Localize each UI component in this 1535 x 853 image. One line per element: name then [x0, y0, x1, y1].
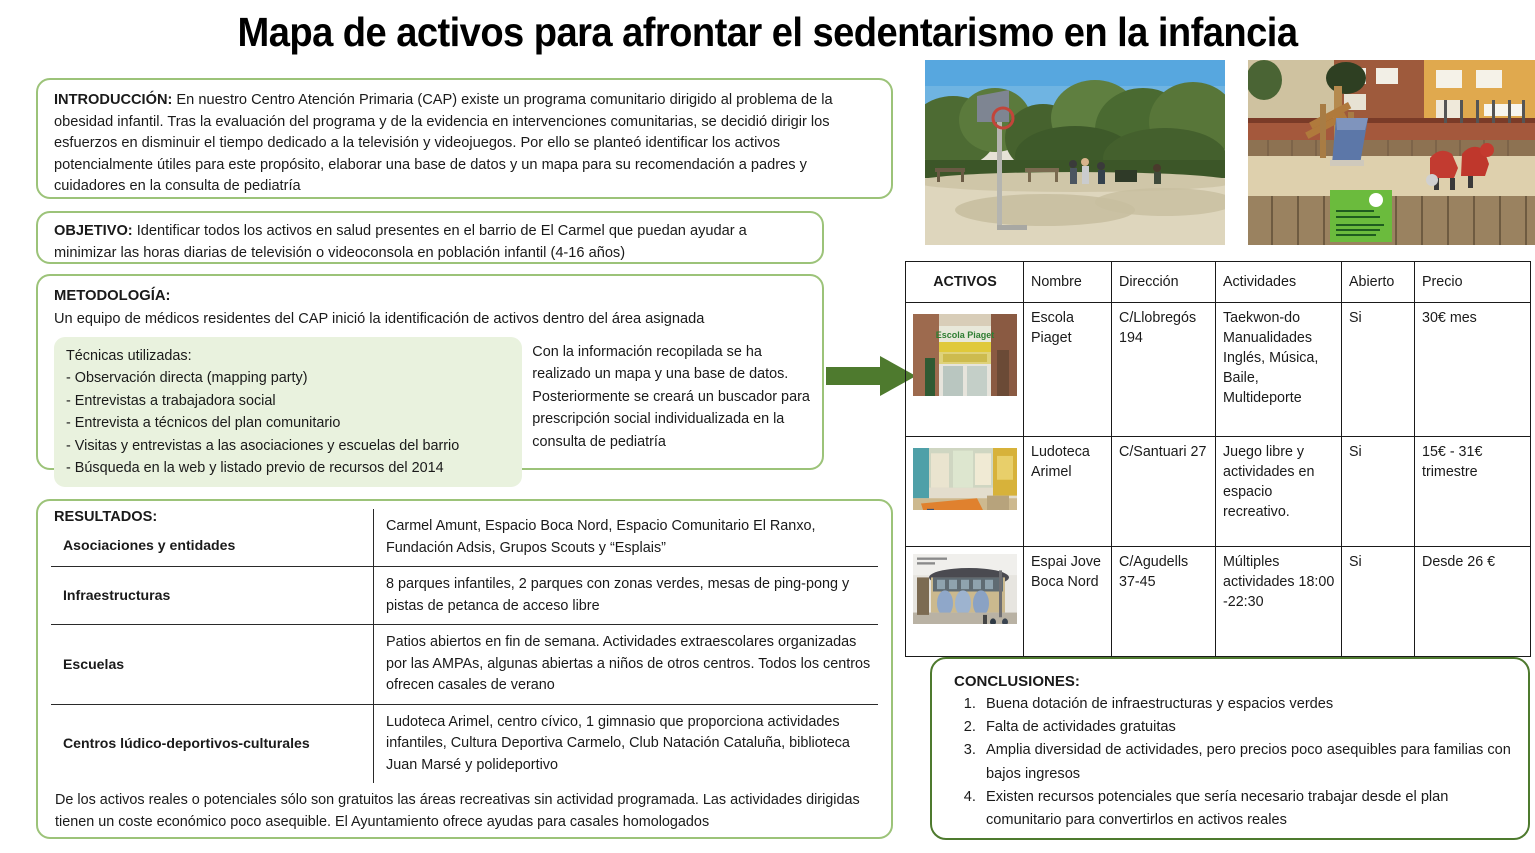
objetivo-text: OBJETIVO: Identificar todos los activos … [54, 221, 808, 264]
cell-direccion: C/Agudells 37-45 [1111, 546, 1216, 657]
column-header-actividades: Actividades [1215, 261, 1342, 303]
tecnica-item: - Entrevista a técnicos del plan comunit… [66, 415, 341, 432]
tecnicas-panel: Técnicas utilizadas: - Observación direc… [54, 337, 523, 488]
list-item: Buena dotación de infraestructuras y esp… [980, 693, 1512, 716]
cell-direccion: C/Santuari 27 [1111, 436, 1216, 547]
resultado-label: Centros lúdico-deportivos-culturales [51, 703, 374, 783]
cell-actividades: Taekwon-do Manualidades Inglés, Música, … [1215, 302, 1342, 437]
poster-root: Mapa de activos para afrontar el sedenta… [0, 0, 1535, 853]
cell-nombre: Espai Jove Boca Nord [1023, 546, 1112, 657]
table-row: Centros lúdico-deportivos-culturales Lud… [51, 703, 878, 783]
cell-precio: 30€ mes [1414, 302, 1531, 437]
metodologia-box: METODOLOGÍA: Un equipo de médicos reside… [36, 274, 824, 488]
resultados-box: RESULTADOS: Asociaciones y entidades Car… [36, 499, 893, 839]
resultado-value: Patios abiertos en fin de semana. Activi… [373, 624, 878, 704]
resultado-value: 8 parques infantiles, 2 parques con zona… [373, 566, 878, 625]
table-row: Infraestructuras 8 parques infantiles, 2… [51, 566, 878, 625]
tecnica-item: - Observación directa (mapping party) [66, 370, 308, 387]
resultados-table: Asociaciones y entidades Carmel Amunt, E… [51, 509, 878, 783]
cell-direccion: C/Llobregós 194 [1111, 302, 1216, 437]
metodologia-columns: Técnicas utilizadas: - Observación direc… [54, 337, 810, 488]
page-title: Mapa de activos para afrontar el sedenta… [237, 9, 1299, 55]
metodologia-subtitle: Un equipo de médicos residentes del CAP … [54, 311, 705, 327]
svg-text:Escola Piaget: Escola Piaget [936, 330, 995, 340]
resultado-value: Carmel Amunt, Espacio Boca Nord, Espacio… [386, 518, 816, 556]
resultados-footer: De los activos reales o potenciales sólo… [55, 792, 860, 830]
metodologia-heading: METODOLOGÍA: [54, 288, 171, 304]
column-header-abierto: Abierto [1341, 261, 1415, 303]
resultado-label: Infraestructuras [51, 566, 374, 625]
list-item: Falta de actividades gratuitas [980, 716, 1512, 739]
tecnicas-title: Técnicas utilizadas: [66, 348, 192, 364]
cell-nombre: Ludoteca Arimel [1023, 436, 1112, 547]
espai-jove-boca-nord-thumb [905, 546, 1024, 657]
tecnica-item: - Visitas y entrevistas a las asociacion… [66, 437, 460, 454]
cell-actividades: Múltiples actividades 18:00 -22:30 [1215, 546, 1342, 657]
column-header-direccion: Dirección [1111, 261, 1216, 303]
cell-abierto: Si [1341, 302, 1415, 437]
table-row: Espai Jove Boca Nord C/Agudells 37-45 Mú… [905, 546, 1531, 657]
column-header-activos: ACTIVOS [905, 261, 1024, 303]
introduccion-text: INTRODUCCIÓN: En nuestro Centro Atención… [54, 90, 877, 198]
resultado-label: Escuelas [51, 624, 374, 704]
conclusiones-box: CONCLUSIONES: Buena dotación de infraest… [930, 657, 1530, 840]
objetivo-label: OBJETIVO: [54, 223, 133, 239]
cell-precio: Desde 26 € [1414, 546, 1531, 657]
ludoteca-arimel-thumb [905, 436, 1024, 547]
park-basketball-photo [925, 60, 1225, 245]
metodologia-right-text: Con la información recopilada se ha real… [532, 344, 810, 450]
introduccion-label: INTRODUCCIÓN: [54, 92, 173, 108]
column-header-precio: Precio [1414, 261, 1531, 303]
activos-table-header-row: ACTIVOS Nombre Dirección Actividades Abi… [905, 261, 1531, 303]
tecnica-item: - Búsqueda en la web y listado previo de… [66, 460, 444, 477]
activos-table: ACTIVOS Nombre Dirección Actividades Abi… [905, 261, 1531, 657]
table-row: Asociaciones y entidades Carmel Amunt, E… [51, 509, 878, 567]
escola-piaget-thumb: Escola Piaget [905, 302, 1024, 437]
conclusiones-heading: CONCLUSIONES: [954, 673, 1080, 690]
table-row: Ludoteca Arimel C/Santuari 27 Juego libr… [905, 436, 1531, 547]
cell-actividades: Juego libre y actividades en espacio rec… [1215, 436, 1342, 547]
table-row: Escola Piaget Escola Piaget C/Llobregós … [905, 302, 1531, 437]
column-header-nombre: Nombre [1023, 261, 1112, 303]
cell-nombre: Escola Piaget [1023, 302, 1112, 437]
resultado-value: Ludoteca Arimel, centro cívico, 1 gimnas… [373, 703, 878, 783]
list-item: Amplia diversidad de actividades, pero p… [980, 739, 1512, 785]
playground-photo [1248, 60, 1535, 245]
tecnica-item: - Entrevistas a trabajadora social [66, 392, 276, 409]
objetivo-body: Identificar todos los activos en salud p… [54, 223, 747, 261]
table-row: Escuelas Patios abiertos en fin de seman… [51, 624, 878, 704]
cell-precio: 15€ - 31€ trimestre [1414, 436, 1531, 547]
objetivo-box: OBJETIVO: Identificar todos los activos … [36, 211, 824, 264]
green-right-arrow-icon [826, 355, 916, 397]
conclusiones-list: Buena dotación de infraestructuras y esp… [954, 693, 1512, 832]
introduccion-box: INTRODUCCIÓN: En nuestro Centro Atención… [36, 78, 893, 199]
cell-abierto: Si [1341, 436, 1415, 547]
cell-abierto: Si [1341, 546, 1415, 657]
list-item: Existen recursos potenciales que sería n… [980, 786, 1512, 832]
